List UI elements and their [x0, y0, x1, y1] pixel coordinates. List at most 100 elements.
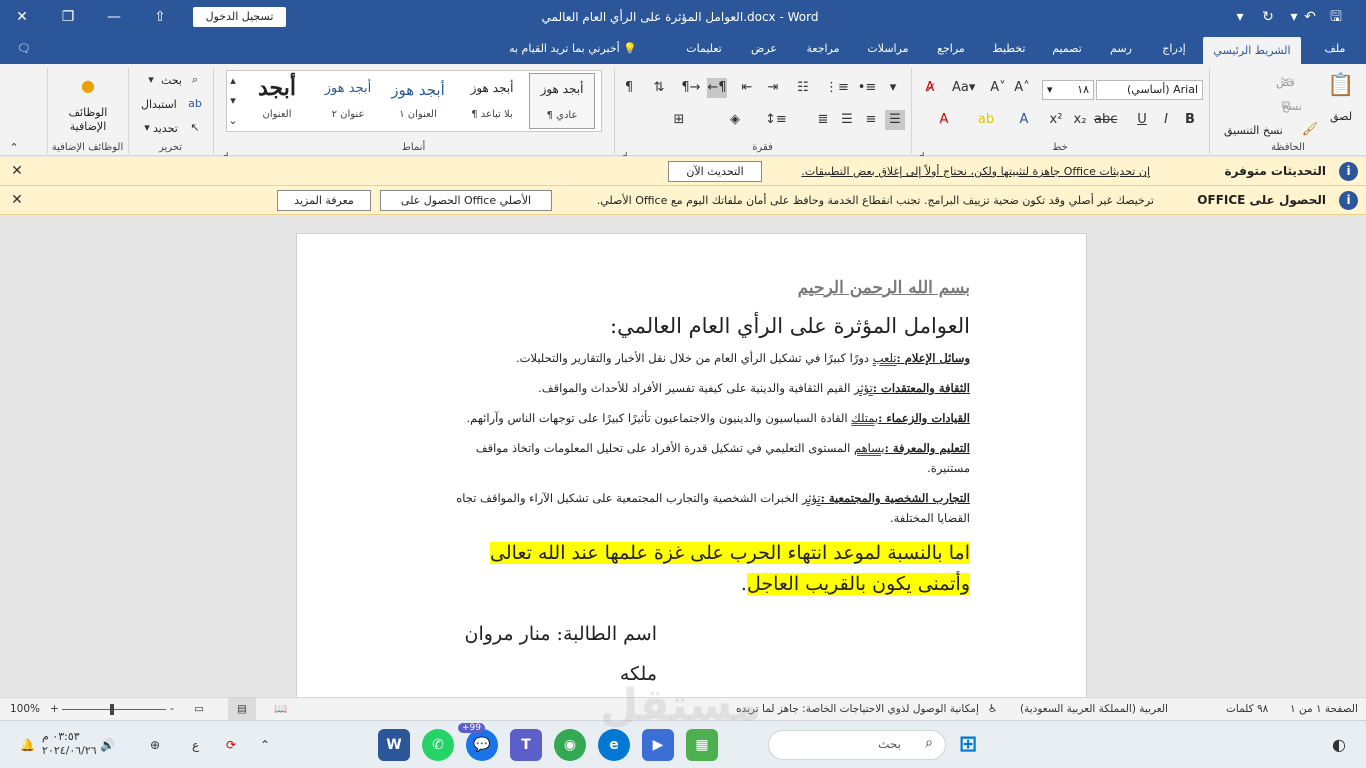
line-spacing-icon[interactable]: ↕≡ — [765, 110, 787, 130]
tab-tell-me[interactable]: أخبرني بما تريد القيام به 💡 — [503, 34, 643, 64]
copy-button[interactable]: نسخ — [1282, 100, 1302, 113]
shading-icon[interactable]: ◈ — [725, 110, 745, 130]
customize-toolbar-icon[interactable]: ▾ — [1230, 7, 1250, 27]
highlight-icon[interactable]: ab — [976, 110, 996, 130]
tab-insert[interactable]: إدراج — [1152, 34, 1196, 64]
format-painter-icon[interactable]: 🖌 — [1300, 120, 1320, 140]
style-heading-2[interactable]: أبجد هوز عنوان ٢ — [315, 73, 381, 129]
underline-icon[interactable]: U — [1132, 110, 1152, 130]
font-name-combo[interactable]: Arial (أساسي) — [1096, 80, 1203, 100]
taskbar-search-input[interactable]: بحث — [878, 737, 901, 751]
weather-icon[interactable]: ◐ — [1332, 721, 1346, 768]
styles-scroll-down-icon[interactable]: ▾ — [227, 91, 239, 111]
teams-icon[interactable]: T — [510, 729, 542, 761]
styles-more-icon[interactable]: ⌄ — [227, 111, 239, 131]
zoom-app-icon[interactable]: ▶ — [642, 729, 674, 761]
text-effects-icon[interactable]: A — [1014, 110, 1034, 130]
style-heading-1[interactable]: أبجد هوز العنوان ١ — [385, 73, 451, 129]
find-dropdown-icon[interactable]: ▾ — [141, 70, 161, 90]
notification-bell-icon[interactable]: 🔔 — [20, 721, 35, 768]
find-icon[interactable]: ⌕ — [185, 70, 205, 90]
tab-draw[interactable]: رسم — [1104, 34, 1138, 64]
clock[interactable]: ٠٣:٥٣ م ٢٠٢٤/٠٦/٢٦ — [42, 730, 97, 760]
bullets-icon[interactable]: •≡ — [857, 78, 877, 98]
cut-button[interactable]: قص — [1276, 76, 1295, 89]
read-mode-icon[interactable]: 📖 — [274, 698, 287, 721]
word-app-icon[interactable]: W — [378, 729, 410, 761]
edge-icon[interactable]: e — [598, 729, 630, 761]
update-now-button[interactable]: التحديث الآن — [668, 161, 762, 182]
tray-overflow-icon[interactable]: ⌃ — [260, 721, 270, 768]
ltr-direction-icon[interactable]: ¶→ — [681, 78, 701, 98]
numbering-icon[interactable]: ⋮≡ — [825, 78, 849, 98]
replace-button[interactable]: استبدال — [141, 98, 177, 111]
format-painter-button[interactable]: نسخ التنسيق — [1224, 124, 1283, 137]
document-area[interactable]: بسم الله الرحمن الرحيم العوامل المؤثرة ع… — [0, 215, 1366, 697]
change-case-icon[interactable]: Aa▾ — [952, 78, 975, 98]
styles-scroll-up-icon[interactable]: ▴ — [227, 71, 239, 91]
paste-icon[interactable]: 📋 — [1326, 75, 1356, 106]
close-genuine-icon[interactable]: ✕ — [8, 191, 26, 209]
tab-file[interactable]: ملف — [1318, 34, 1352, 64]
focus-mode-icon[interactable]: ▭ — [194, 698, 204, 721]
learn-more-button[interactable]: معرفة المزيد — [277, 190, 371, 211]
taskbar-search[interactable]: بحث ⌕ — [768, 730, 946, 760]
zoom-in-icon[interactable]: + — [50, 698, 59, 721]
strikethrough-icon[interactable]: abc — [1094, 110, 1117, 130]
tab-layout[interactable]: تخطيط — [986, 34, 1032, 64]
italic-icon[interactable]: I — [1156, 110, 1176, 130]
input-language[interactable]: ع — [192, 721, 199, 768]
collapse-ribbon-icon[interactable]: ⌃ — [4, 138, 24, 158]
tab-home[interactable]: الشريط الرئيسي — [1203, 37, 1301, 64]
share-comment-icon[interactable]: 🗨 — [14, 34, 34, 64]
whatsapp-icon[interactable]: ✆ — [422, 729, 454, 761]
list-dropdown-icon[interactable]: ▾ — [883, 78, 903, 98]
font-shrink-icon[interactable]: A˅ — [988, 78, 1008, 98]
paste-button[interactable]: لصق — [1330, 110, 1352, 123]
get-genuine-office-button[interactable]: الحصول على Office الأصلي — [380, 190, 552, 211]
align-center-icon[interactable]: ≡ — [861, 110, 881, 130]
zoom-slider-thumb[interactable] — [110, 704, 114, 715]
undo-icon[interactable]: ↶ — [1300, 7, 1320, 27]
style-title[interactable]: أبجد العنوان — [245, 73, 309, 129]
updates-message-text[interactable]: إن تحديثات Office جاهزة لتثبيتها ولكن، ن… — [770, 157, 1150, 186]
close-updates-icon[interactable]: ✕ — [8, 162, 26, 180]
sort-icon[interactable]: ⇅ — [649, 78, 669, 98]
show-marks-icon[interactable]: ¶ — [619, 78, 639, 98]
tab-design[interactable]: تصميم — [1044, 34, 1090, 64]
style-normal[interactable]: أبجد هوز ¶ عادي — [529, 73, 595, 129]
find-button[interactable]: بحث — [161, 74, 182, 87]
justify-icon[interactable]: ≣ — [813, 110, 833, 130]
ribbon-display-icon[interactable]: ⇧ — [150, 7, 170, 27]
addins-button[interactable]: الوظائف الإضافية — [60, 106, 116, 134]
minimize-icon[interactable]: — — [104, 7, 124, 27]
font-size-combo[interactable]: ▾ ١٨ — [1042, 80, 1094, 100]
zoom-out-icon[interactable]: - — [170, 698, 174, 721]
windows-start-icon[interactable]: ⊞ — [952, 729, 984, 761]
accessibility-icon[interactable]: ♿ — [988, 698, 997, 721]
align-left-icon[interactable]: ☰ — [837, 110, 857, 130]
store-pre-icon[interactable]: ▦ — [686, 729, 718, 761]
print-layout-icon[interactable]: ▤ — [228, 698, 256, 721]
accessibility-status[interactable]: إمكانية الوصول لذوي الاحتياجات الخاصة: ج… — [736, 698, 979, 721]
zoom-level[interactable]: 100% — [10, 698, 40, 721]
page-count[interactable]: الصفحة ١ من ١ — [1290, 698, 1358, 721]
update-sync-icon[interactable]: ⟳ — [226, 721, 236, 768]
chrome-icon[interactable]: ◉ — [554, 729, 586, 761]
superscript-icon[interactable]: x² — [1046, 110, 1066, 130]
style-no-spacing[interactable]: أبجد هوز ¶ بلا تباعد — [459, 73, 525, 129]
messages-app-icon[interactable]: 💬 — [466, 729, 498, 761]
document-page[interactable]: بسم الله الرحمن الرحيم العوامل المؤثرة ع… — [296, 233, 1087, 697]
word-count[interactable]: ٩٨ كلمات — [1226, 698, 1268, 721]
tab-mailings[interactable]: مراسلات — [862, 34, 914, 64]
tab-review[interactable]: مراجعة — [798, 34, 848, 64]
rtl-direction-icon[interactable]: ←¶ — [707, 78, 727, 98]
font-color-icon[interactable]: A — [934, 110, 954, 130]
select-cursor-icon[interactable]: ↖ — [185, 118, 205, 138]
subscript-icon[interactable]: x₂ — [1070, 110, 1090, 130]
zoom-slider[interactable] — [62, 698, 166, 721]
network-icon[interactable]: ⊕ — [150, 721, 160, 768]
select-dropdown-icon[interactable]: ▾ — [137, 118, 157, 138]
volume-icon[interactable]: 🔊 — [100, 721, 115, 768]
clear-formatting-icon[interactable]: A̷ — [920, 78, 940, 98]
